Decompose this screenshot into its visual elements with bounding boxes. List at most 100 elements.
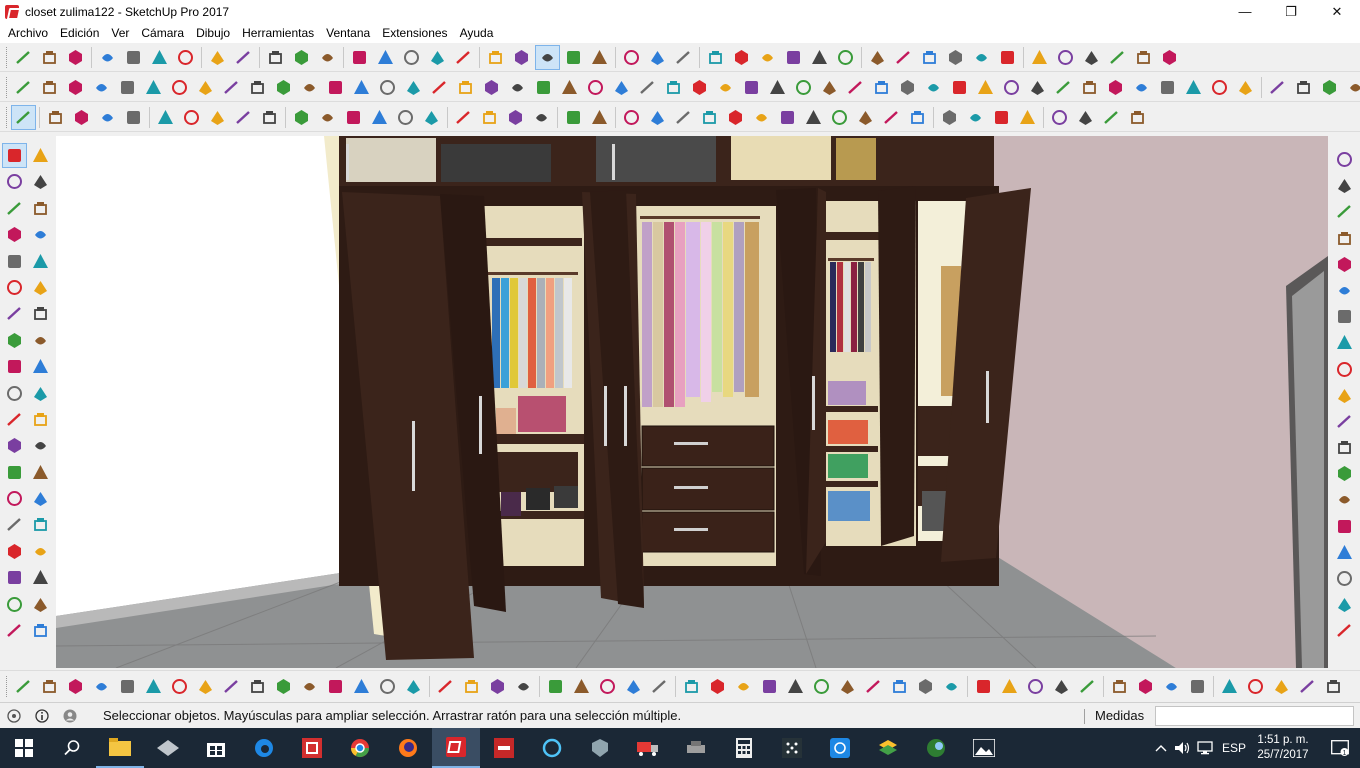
spiral-tool-10-icon[interactable] [1332,384,1356,407]
draw-tool-7-icon[interactable] [776,106,799,129]
solid-tool-50-icon[interactable] [1322,675,1345,698]
toolbar-grip[interactable] [6,107,9,128]
extension-tool-31-icon[interactable] [792,76,815,99]
freehand-icon[interactable] [29,197,52,220]
extension-tool-44-icon[interactable] [1130,76,1153,99]
new-file-icon[interactable] [12,46,35,69]
extension-tool-49-icon[interactable] [1266,76,1289,99]
orbit-icon[interactable] [3,487,26,510]
zoom-window-icon[interactable] [29,513,52,536]
language-indicator[interactable]: ESP [1222,741,1246,755]
sketchup-task-icon[interactable] [432,728,480,768]
select-icon[interactable] [11,105,36,130]
right-view-icon[interactable] [400,46,423,69]
extension-tool-25-icon[interactable] [636,76,659,99]
solid-tool-30-icon[interactable] [784,675,807,698]
hp-app-icon[interactable] [144,728,192,768]
extension-tool-26-icon[interactable] [662,76,685,99]
solid-tool-33-icon[interactable] [862,675,885,698]
maximize-button[interactable]: ❐ [1268,0,1314,23]
spiral-tool-19-icon[interactable] [1332,619,1356,642]
draw-tool-1-icon[interactable] [620,106,643,129]
rotate-icon[interactable] [3,355,26,378]
solid-tool-5-icon[interactable] [116,675,139,698]
spiral-tool-7-icon[interactable] [1332,305,1356,328]
ruby-gem-icon[interactable] [530,106,553,129]
solid-tool-13-icon[interactable] [324,675,347,698]
solid-tool-26-icon[interactable] [680,675,703,698]
section-display-icon[interactable] [646,46,669,69]
menu-ventana[interactable]: Ventana [320,23,376,43]
spiral-tool-14-icon[interactable] [1332,488,1356,511]
component-icon[interactable] [504,106,527,129]
solid-tool-31-icon[interactable] [810,675,833,698]
tool-e-icon[interactable] [1132,46,1155,69]
axes-icon[interactable] [3,461,26,484]
world-of-warships-icon[interactable] [576,728,624,768]
info-icon[interactable] [34,708,50,724]
zoom-extents-icon[interactable] [452,106,475,129]
measurements-input[interactable] [1155,706,1354,726]
extension-tool-27-icon[interactable] [688,76,711,99]
solid-tool-7-icon[interactable] [168,675,191,698]
solid-tool-36-icon[interactable] [940,675,963,698]
scale-icon[interactable] [258,106,281,129]
materials-icon[interactable] [704,46,727,69]
extension-tool-23-icon[interactable] [584,76,607,99]
solid-tool-46-icon[interactable] [1218,675,1241,698]
solid-tool-8-icon[interactable] [194,675,217,698]
solid-tool-42-icon[interactable] [1108,675,1131,698]
follow-me-icon[interactable] [180,106,203,129]
menu-archivo[interactable]: Archivo [2,23,54,43]
spiral-tool-11-icon[interactable] [1332,410,1356,433]
extension-tool-9-icon[interactable] [220,76,243,99]
polygon-icon[interactable] [29,250,52,273]
photos-icon[interactable] [960,728,1008,768]
pan-icon[interactable] [394,106,417,129]
chrome-icon[interactable] [336,728,384,768]
toolbar-grip[interactable] [6,77,9,98]
solid-tool-32-icon[interactable] [836,675,859,698]
section-plane-icon[interactable] [620,46,643,69]
left-view-icon[interactable] [452,46,475,69]
draw-tool-6-icon[interactable] [750,106,773,129]
zoom-extents-icon[interactable] [3,540,26,563]
draw-tool-9-icon[interactable] [828,106,851,129]
tape-measure-icon[interactable] [290,106,313,129]
solid-tool-14-icon[interactable] [350,675,373,698]
pan-icon[interactable] [29,487,52,510]
solid-tool-20-icon[interactable] [512,675,535,698]
extension-tool-20-icon[interactable] [506,76,529,99]
solid-tool-29-icon[interactable] [758,675,781,698]
circle-icon[interactable] [122,106,145,129]
solid-tool-11-icon[interactable] [272,675,295,698]
undo-icon[interactable] [206,46,229,69]
tool-d-icon[interactable] [1106,46,1129,69]
solid-tool-28-icon[interactable] [732,675,755,698]
clock[interactable]: 1:51 p. m. 25/7/2017 [1254,733,1312,763]
extension-tool-7-icon[interactable] [168,76,191,99]
materials-icon[interactable] [478,106,501,129]
store-icon[interactable] [192,728,240,768]
previous-view-icon[interactable] [29,540,52,563]
extension-tool-48-icon[interactable] [1234,76,1257,99]
solid-tool-39-icon[interactable] [1024,675,1047,698]
menu-herramientas[interactable]: Herramientas [236,23,320,43]
sandbox-icon[interactable] [808,46,831,69]
iso-view-icon[interactable] [316,46,339,69]
extension-tool-35-icon[interactable] [896,76,919,99]
search-button[interactable] [48,728,96,768]
extension-tool-32-icon[interactable] [818,76,841,99]
walk-icon[interactable] [3,593,26,616]
user-account-icon[interactable] [62,708,78,724]
extension-tool-11-icon[interactable] [272,76,295,99]
extension-tool-47-icon[interactable] [1208,76,1231,99]
open-icon[interactable] [38,46,61,69]
solid-tool-34-icon[interactable] [888,675,911,698]
menu-ver[interactable]: Ver [105,23,135,43]
cut-tool-icon[interactable] [588,106,611,129]
tape-measure-icon[interactable] [3,408,26,431]
ruby-icon[interactable] [944,46,967,69]
extension-tool-42-icon[interactable] [1078,76,1101,99]
paste-icon[interactable] [148,46,171,69]
